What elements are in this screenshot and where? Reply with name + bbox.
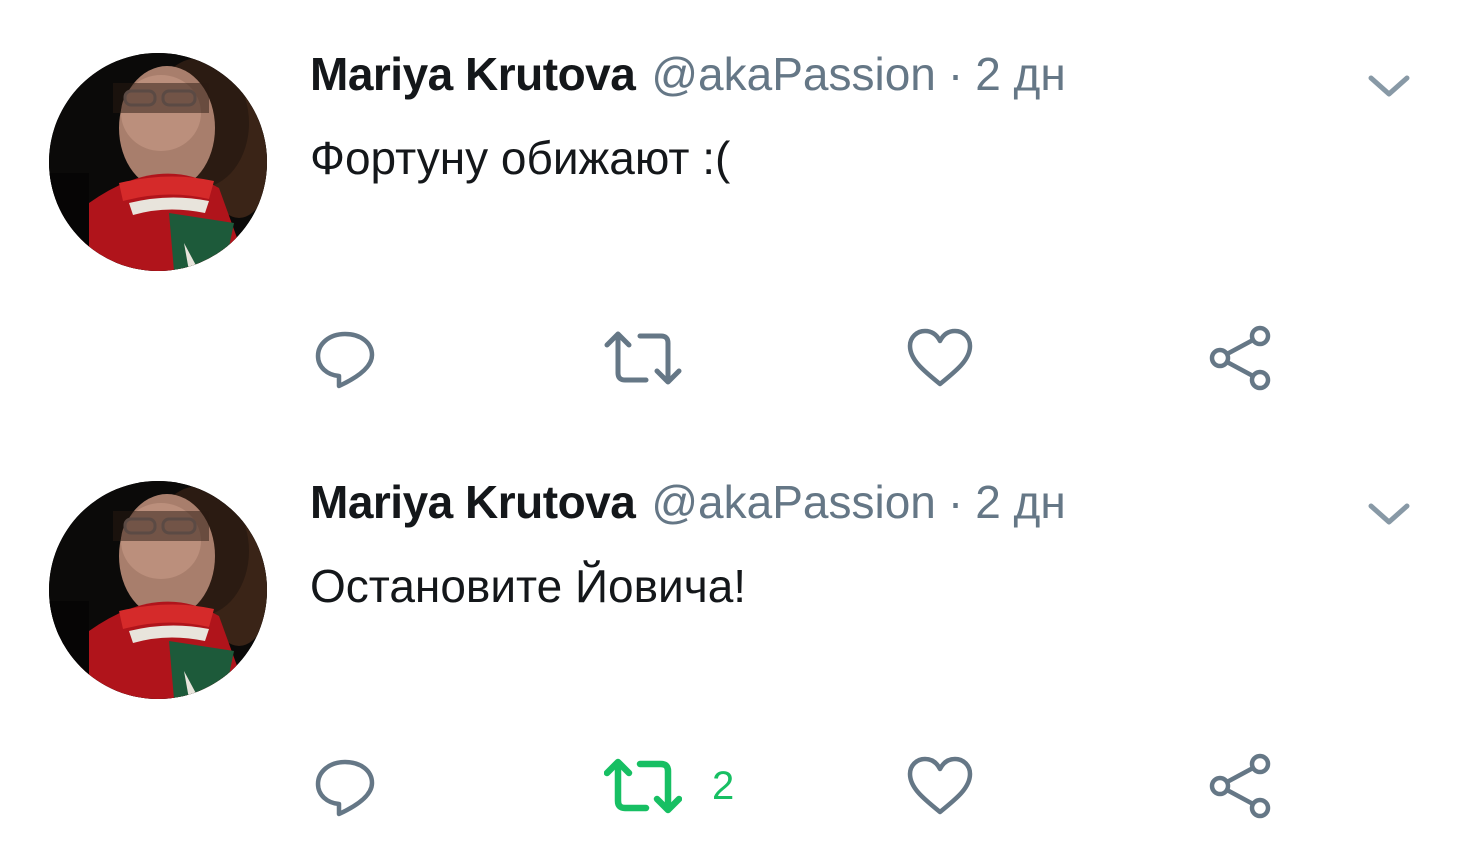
timestamp[interactable]: 2 дн	[975, 472, 1066, 532]
separator-dot: ·	[947, 48, 964, 100]
retweet-icon	[604, 325, 682, 391]
author-handle[interactable]: @akaPassion	[651, 44, 936, 104]
like-icon	[906, 754, 974, 818]
author-name[interactable]: Mariya Krutova	[310, 44, 636, 104]
share-button[interactable]	[1206, 324, 1274, 392]
tweet[interactable]: Mariya Krutova @akaPassion · 2 дн Остано…	[0, 428, 1460, 848]
chevron-down-icon[interactable]	[1365, 66, 1413, 106]
retweet-button[interactable]	[604, 324, 712, 392]
like-button[interactable]	[906, 324, 974, 392]
retweet-count: 2	[712, 763, 735, 808]
author-name[interactable]: Mariya Krutova	[310, 472, 636, 532]
avatar[interactable]	[49, 481, 267, 699]
avatar[interactable]	[49, 53, 267, 271]
avatar-image	[49, 53, 267, 271]
tweet-text: Остановите Йовича!	[310, 560, 747, 612]
separator-dot: ·	[947, 476, 964, 528]
reply-button[interactable]	[312, 324, 378, 392]
tweet-header: Mariya Krutova @akaPassion · 2 дн	[310, 472, 1066, 532]
share-icon	[1206, 752, 1274, 820]
share-button[interactable]	[1206, 752, 1274, 820]
avatar-image	[49, 481, 267, 699]
timestamp[interactable]: 2 дн	[975, 44, 1066, 104]
like-button[interactable]	[906, 752, 974, 820]
reply-icon	[312, 325, 378, 391]
chevron-down-icon[interactable]	[1365, 494, 1413, 534]
tweet-header: Mariya Krutova @akaPassion · 2 дн	[310, 44, 1066, 104]
retweet-button[interactable]: 2	[604, 752, 734, 820]
author-handle[interactable]: @akaPassion	[651, 472, 936, 532]
reply-icon	[312, 753, 378, 819]
reply-button[interactable]	[312, 752, 378, 820]
share-icon	[1206, 324, 1274, 392]
tweet[interactable]: Mariya Krutova @akaPassion · 2 дн Фортун…	[0, 0, 1460, 420]
retweet-icon	[604, 753, 682, 819]
tweet-text: Фортуну обижают :(	[310, 132, 731, 184]
like-icon	[906, 326, 974, 390]
